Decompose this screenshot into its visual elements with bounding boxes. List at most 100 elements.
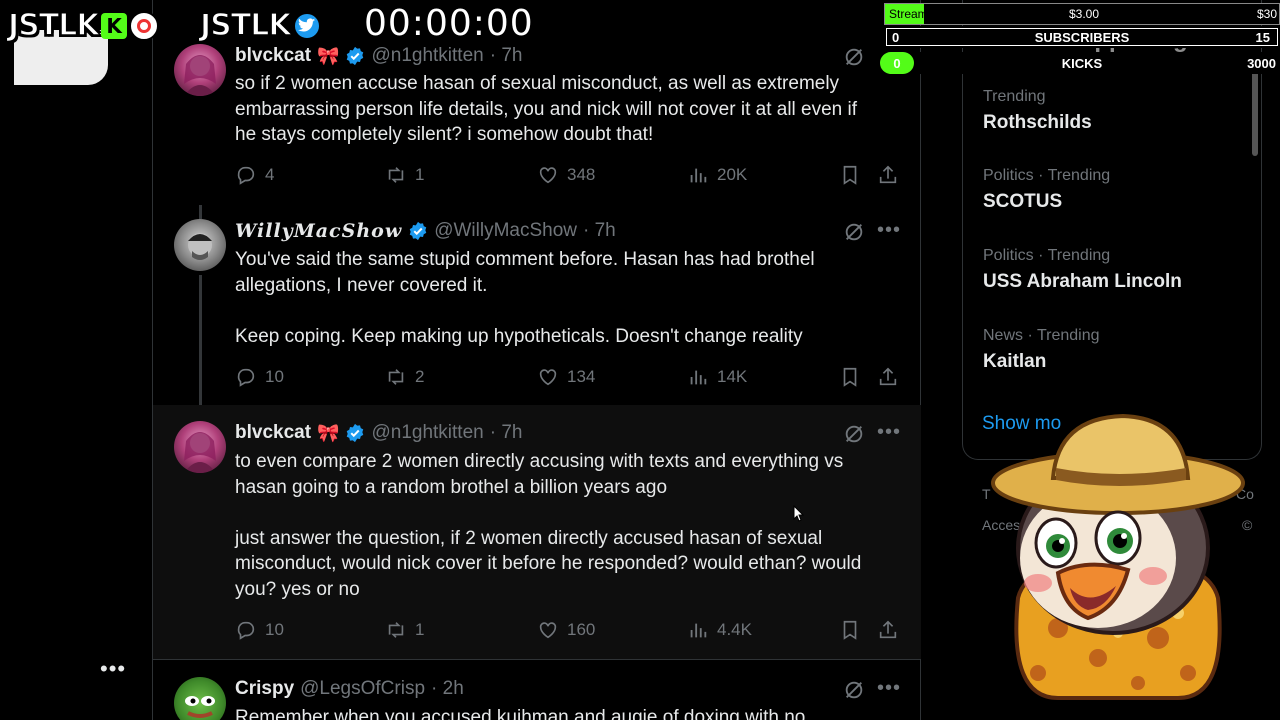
tweet[interactable]: WillyMacShow @WillyMacShow · 7h ••• You'… <box>153 205 921 405</box>
tweet-text: to even compare 2 women directly accusin… <box>235 451 862 600</box>
views-icon <box>690 370 707 385</box>
like-button[interactable]: 348 <box>537 164 595 186</box>
heart-icon <box>539 622 557 639</box>
goal-right: $30 <box>1256 7 1277 21</box>
grok-icon[interactable] <box>843 46 865 68</box>
thread-line <box>199 275 202 405</box>
verified-icon <box>409 221 427 241</box>
reply-icon <box>237 368 255 387</box>
trend-title: Rothschilds <box>983 112 1092 133</box>
like-count: 134 <box>567 367 596 386</box>
more-options-button[interactable]: ••• <box>877 421 901 444</box>
goal-mid: $3.00 <box>1069 7 1100 21</box>
tweet-time[interactable]: · 7h <box>490 422 523 444</box>
share-icon[interactable] <box>877 366 899 388</box>
author-name[interactable]: blvckcat <box>235 45 311 67</box>
verified-icon <box>347 423 364 443</box>
grok-icon[interactable] <box>843 221 865 243</box>
avatar[interactable] <box>174 421 226 473</box>
stream-logo: JSTLK <box>199 7 321 44</box>
author-handle[interactable]: @n1ghtkitten <box>371 422 483 444</box>
author-name[interactable]: Crispy <box>235 678 294 700</box>
tweet-time[interactable]: · 2h <box>431 678 464 700</box>
author-name[interactable]: blvckcat <box>235 422 311 444</box>
tweet-actions: 10 1 160 4.4K <box>235 619 905 645</box>
repost-icon <box>388 167 404 183</box>
like-count: 348 <box>567 165 596 184</box>
grok-icon[interactable] <box>843 679 865 701</box>
views-icon <box>690 168 707 183</box>
tweet-actions: 4 1 348 20K <box>235 164 905 190</box>
twitter-bird-icon <box>292 11 321 40</box>
record-icon <box>128 10 159 41</box>
reply-count: 4 <box>265 165 275 184</box>
thread-line <box>199 205 202 219</box>
author-name[interactable]: WillyMacShow <box>235 220 402 242</box>
trend-item[interactable]: Trending Rothschilds <box>983 88 1092 134</box>
avatar[interactable] <box>174 677 226 720</box>
ribbon-emoji: 🎀 <box>317 422 340 443</box>
bookmark-icon[interactable] <box>839 366 861 388</box>
share-icon[interactable] <box>877 619 899 641</box>
author-handle[interactable]: @WillyMacShow <box>434 220 577 242</box>
repost-icon <box>388 369 404 385</box>
views-button[interactable]: 20K <box>687 164 747 186</box>
tweet-text: You've said the same stupid comment befo… <box>235 249 815 347</box>
scrollbar[interactable] <box>1252 70 1258 156</box>
tweet-time[interactable]: · 7h <box>490 45 523 67</box>
repost-icon <box>388 622 404 638</box>
avatar[interactable] <box>174 44 226 96</box>
repost-count: 1 <box>415 165 425 184</box>
reply-count: 10 <box>265 367 284 386</box>
bookmark-icon[interactable] <box>839 619 861 641</box>
grok-icon[interactable] <box>843 423 865 445</box>
trend-item[interactable]: News · Trending Kaitlan <box>983 327 1100 373</box>
heart-icon <box>539 369 557 386</box>
author-handle[interactable]: @LegsOfCrisp <box>300 678 425 700</box>
stream-timer: 00:00:00 <box>364 3 534 44</box>
trend-title: Kaitlan <box>983 351 1047 372</box>
goal-right: 3000 <box>1247 55 1276 71</box>
stream-goals: Stream Hours +1 $3.00 $30 0 SUBSCRIBERS … <box>880 0 1280 80</box>
goal-label: SUBSCRIBERS <box>1034 29 1130 45</box>
like-count: 160 <box>567 620 596 639</box>
repost-button[interactable]: 1 <box>385 619 424 641</box>
trend-meta: Politics · Trending <box>983 167 1111 184</box>
tweet[interactable]: blvckcat 🎀 @n1ghtkitten · 7h ••• to even… <box>153 405 921 660</box>
more-options-button[interactable]: ••• <box>877 677 901 700</box>
repost-button[interactable]: 2 <box>385 366 424 388</box>
reply-button[interactable]: 10 <box>235 619 284 641</box>
left-nav: ••• <box>0 0 152 720</box>
nav-more-button[interactable]: ••• <box>100 656 126 682</box>
avatar[interactable] <box>174 219 226 271</box>
author-handle[interactable]: @n1ghtkitten <box>371 45 483 67</box>
share-icon[interactable] <box>877 164 899 186</box>
reply-icon <box>237 166 255 185</box>
reply-icon <box>237 621 255 640</box>
like-button[interactable]: 160 <box>537 619 595 641</box>
repost-button[interactable]: 1 <box>385 164 424 186</box>
trend-meta: News · Trending <box>983 327 1100 344</box>
goal-right: 15 <box>1255 29 1270 45</box>
tweet-time[interactable]: · 7h <box>583 220 616 242</box>
more-options-button[interactable]: ••• <box>877 219 901 242</box>
views-count: 14K <box>717 367 748 386</box>
views-button[interactable]: 4.4K <box>687 619 752 641</box>
trend-item[interactable]: Politics · Trending SCOTUS <box>983 167 1110 213</box>
trend-title: SCOTUS <box>983 191 1063 212</box>
views-button[interactable]: 14K <box>687 366 747 388</box>
reply-button[interactable]: 4 <box>235 164 274 186</box>
timeline: blvckcat 🎀 @n1ghtkitten · 7h so if 2 wom… <box>152 0 921 720</box>
reply-button[interactable]: 10 <box>235 366 284 388</box>
verified-icon <box>347 46 364 66</box>
tweet-header: WillyMacShow @WillyMacShow · 7h <box>235 219 616 243</box>
like-button[interactable]: 134 <box>537 366 595 388</box>
goal-label: KICKS <box>1061 55 1103 71</box>
trend-item[interactable]: Politics · Trending USS Abraham Lincoln <box>983 247 1182 293</box>
tweet[interactable]: Crispy @LegsOfCrisp · 2h ••• Remember wh… <box>153 661 921 720</box>
reply-count: 10 <box>265 620 284 639</box>
logo-text: JSTLK <box>199 7 292 44</box>
heart-icon <box>539 167 557 184</box>
kick-icon: K <box>100 12 127 39</box>
bookmark-icon[interactable] <box>839 164 861 186</box>
